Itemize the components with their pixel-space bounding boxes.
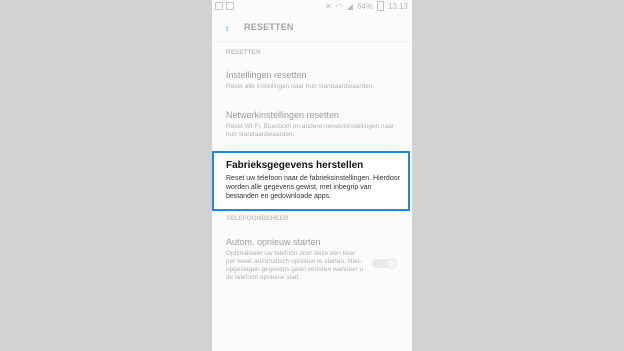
- section-header-resetten: RESETTEN: [226, 49, 261, 56]
- battery-percentage: 64%: [356, 1, 373, 11]
- back-arrow-icon[interactable]: ‹: [225, 20, 229, 35]
- reset-settings-description: Reset alle instellingen naar hun standaa…: [226, 83, 375, 90]
- battery-icon: [376, 1, 384, 11]
- clock: 13:13: [387, 1, 408, 11]
- auto-restart-description: Optimaliseer uw telefoon door deze één k…: [226, 250, 364, 281]
- wifi-icon: ◠: [335, 1, 343, 11]
- auto-restart-title: Autom. opnieuw starten: [226, 237, 321, 247]
- signal-icon: ◢: [346, 1, 353, 11]
- factory-reset-title: Fabrieksgegevens herstellen: [226, 160, 364, 171]
- mute-icon: ✕: [325, 1, 332, 11]
- gallery-notification-icon: [215, 2, 223, 10]
- factory-reset-description: Reset uw telefoon naar de fabrieksinstel…: [226, 175, 400, 200]
- divider: [212, 41, 412, 42]
- reset-network-settings-description: Reset Wi-Fi, Bluetooth en andere netwerk…: [226, 123, 395, 138]
- reset-network-settings-title: Netwerkinstellingen resetten: [226, 110, 340, 120]
- page-title: RESETTEN: [244, 22, 294, 32]
- reset-settings-title: Instellingen resetten: [226, 70, 307, 80]
- section-header-telefoonbeheer: TELEFOONBEHEER: [226, 215, 289, 222]
- factory-reset-item[interactable]: Fabrieksgegevens herstellen Reset uw tel…: [212, 151, 410, 211]
- app-bar: ‹ RESETTEN: [212, 14, 412, 42]
- auto-restart-toggle[interactable]: [372, 258, 397, 269]
- toggle-knob: [386, 258, 397, 269]
- status-bar: ✕ ◠ ◢ 64% 13:13: [212, 0, 412, 12]
- image-notification-icon: [226, 2, 234, 10]
